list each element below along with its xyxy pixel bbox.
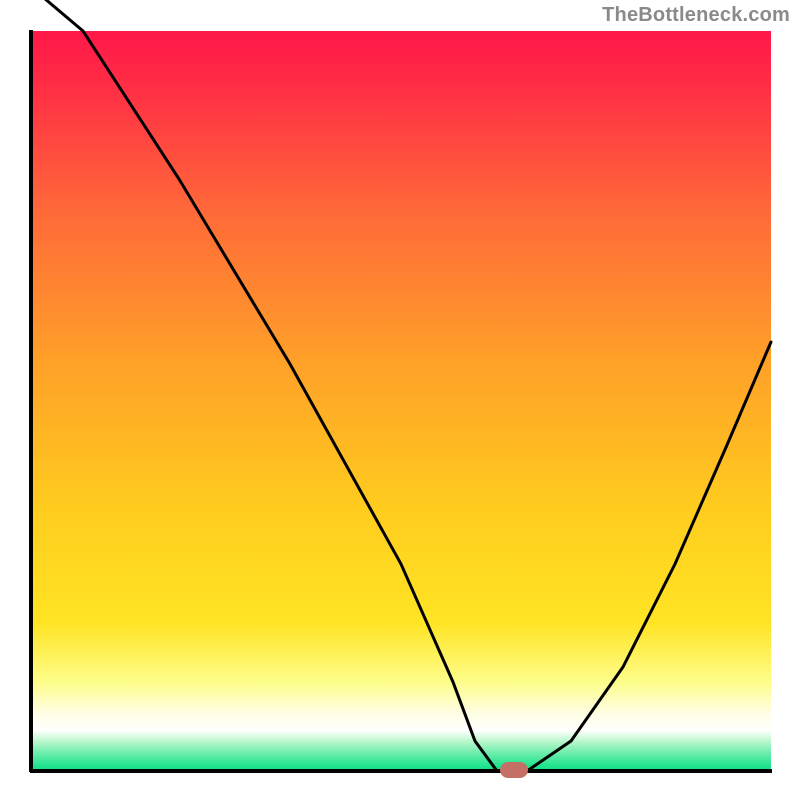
optimum-marker: [500, 762, 528, 778]
gradient-background: [31, 31, 771, 771]
chart-svg: [0, 0, 800, 800]
watermark-text: TheBottleneck.com: [602, 4, 790, 27]
bottleneck-chart: [0, 0, 800, 800]
